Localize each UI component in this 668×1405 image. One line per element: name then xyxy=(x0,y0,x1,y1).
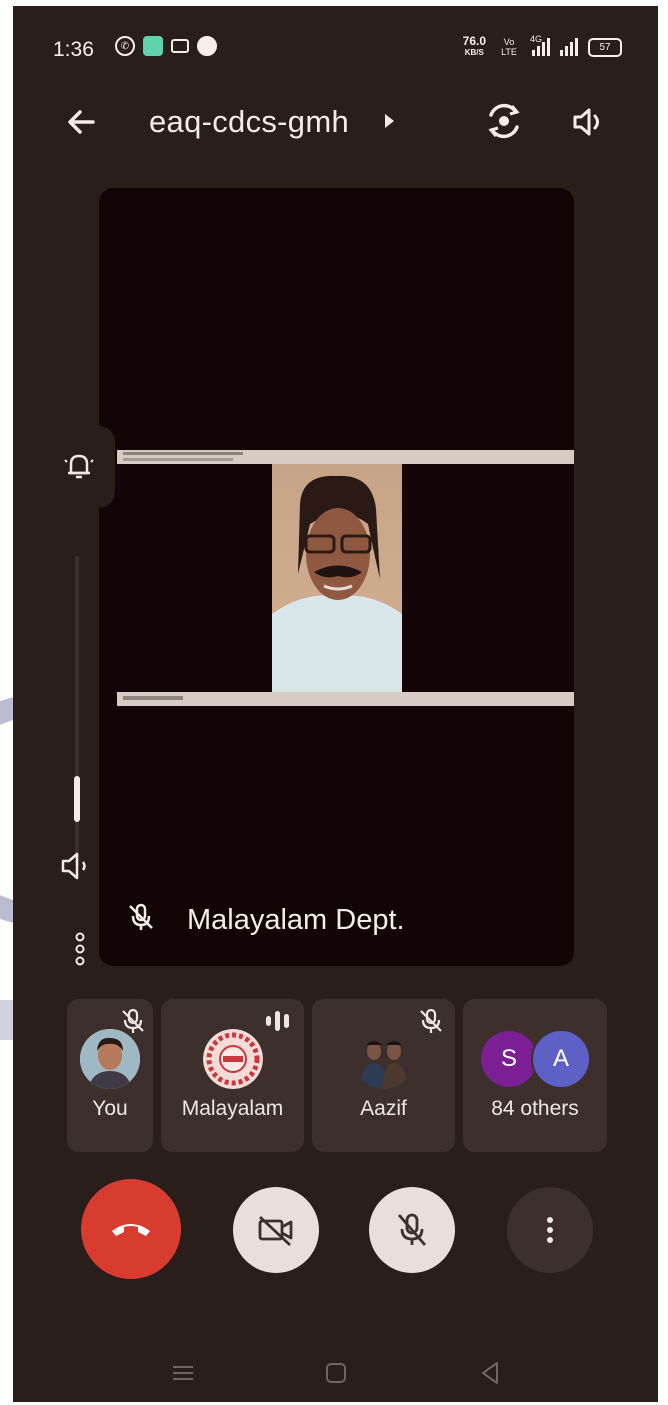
ring-mode-toggle[interactable] xyxy=(47,426,115,508)
volume-settings-icon[interactable] xyxy=(73,931,87,967)
signal-bars-icon-2 xyxy=(560,38,578,56)
more-options-button[interactable] xyxy=(507,1187,593,1273)
bell-icon xyxy=(64,454,94,479)
status-right: 76.0 KB/S Vo LTE 4G 57 xyxy=(462,34,622,58)
avatar xyxy=(353,1029,414,1089)
avatar xyxy=(80,1029,140,1089)
meeting-details-chevron-icon[interactable] xyxy=(385,114,394,128)
main-video-tile[interactable]: Malayalam Dept. xyxy=(99,188,574,966)
shared-window-titlebar xyxy=(117,450,574,464)
presenter-image xyxy=(272,475,402,692)
avatar-initial-s: S xyxy=(481,1031,537,1087)
network-label: 4G xyxy=(530,34,543,44)
call-controls xyxy=(13,1179,658,1291)
participant-name: Malayalam Dept. xyxy=(187,904,405,936)
audio-level-icon xyxy=(266,1011,289,1031)
participant-strip: You Malayalam Aazif S A 84 others xyxy=(67,999,607,1152)
battery-icon: 57 xyxy=(588,37,622,57)
system-nav-bar xyxy=(13,1346,658,1396)
volte-label: Vo LTE xyxy=(501,37,517,57)
notification-icons: ✆ xyxy=(115,36,217,56)
volume-slider-fill[interactable] xyxy=(74,776,80,822)
status-time: 1:36 xyxy=(53,38,94,61)
meeting-header: eaq-cdcs-gmh xyxy=(13,98,658,148)
participant-card-you[interactable]: You xyxy=(67,999,153,1152)
avatar xyxy=(202,1029,263,1089)
back-nav-icon[interactable] xyxy=(475,1358,505,1388)
participant-card-others[interactable]: S A 84 others xyxy=(463,999,607,1152)
back-arrow-icon[interactable] xyxy=(61,102,101,142)
mic-off-icon xyxy=(129,903,153,930)
shared-window-taskbar xyxy=(117,692,574,706)
meet-call-screen: 1:36 ✆ 76.0 KB/S Vo LTE 4G 57 eaq-cdcs-g… xyxy=(13,6,658,1402)
home-icon[interactable] xyxy=(321,1358,351,1388)
participant-card-aazif[interactable]: Aazif xyxy=(312,999,455,1152)
avatar-initial-a: A xyxy=(531,1029,591,1089)
more-vertical-icon xyxy=(547,1217,553,1243)
volume-panel xyxy=(47,426,115,966)
end-call-button[interactable] xyxy=(81,1179,181,1279)
participant-name: 84 others xyxy=(491,1097,579,1120)
participant-name: Aazif xyxy=(360,1097,407,1120)
meeting-code[interactable]: eaq-cdcs-gmh xyxy=(149,104,349,140)
presenter-video xyxy=(272,464,402,692)
signal-4g: 4G xyxy=(530,34,550,56)
mic-off-icon xyxy=(122,1008,144,1033)
participant-name: You xyxy=(92,1097,128,1120)
camera-off-icon xyxy=(258,1215,293,1247)
app-icon xyxy=(143,36,163,56)
end-call-icon xyxy=(112,1224,150,1236)
camera-switch-icon[interactable] xyxy=(483,100,525,142)
status-bar: 1:36 ✆ 76.0 KB/S Vo LTE 4G 57 xyxy=(13,30,658,70)
recents-icon[interactable] xyxy=(168,1358,198,1388)
video-icon xyxy=(171,39,189,53)
jio-icon xyxy=(197,36,217,56)
camera-toggle-button[interactable] xyxy=(233,1187,319,1273)
net-speed: 76.0 KB/S xyxy=(462,34,486,57)
volume-icon[interactable] xyxy=(59,850,97,882)
shared-screen xyxy=(117,450,574,706)
mic-off-icon xyxy=(420,1008,442,1033)
mic-toggle-button[interactable] xyxy=(369,1187,455,1273)
mic-off-icon xyxy=(397,1213,427,1246)
participant-card-malayalam[interactable]: Malayalam xyxy=(161,999,304,1152)
whatsapp-icon: ✆ xyxy=(115,36,135,56)
participant-name: Malayalam xyxy=(181,1097,284,1120)
speaker-icon[interactable] xyxy=(569,102,609,142)
